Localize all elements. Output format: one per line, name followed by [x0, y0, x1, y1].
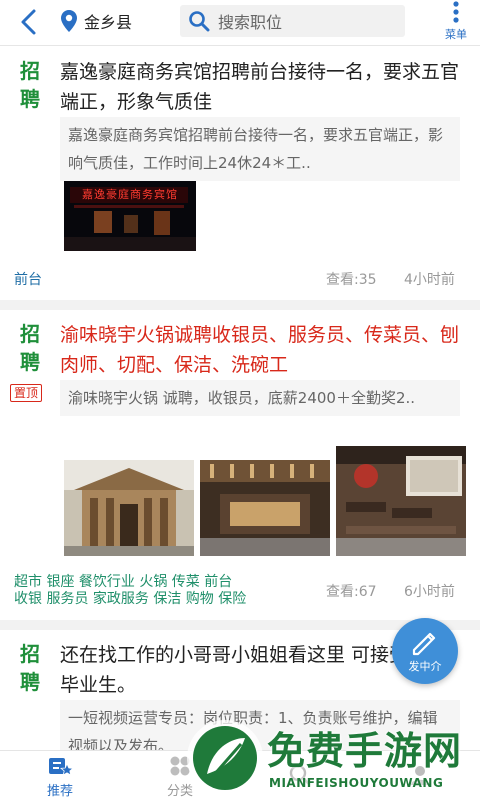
location-selector[interactable]: 金乡县: [60, 6, 132, 36]
category-tags-row[interactable]: 收银 服务员 家政服务 保洁 购物 保险: [14, 591, 246, 608]
search-input[interactable]: 搜索职位: [180, 5, 405, 37]
menu-label: 菜单: [445, 28, 467, 41]
bottom-navigation: 推荐 分类: [0, 750, 480, 800]
restaurant-dining-room-image: [336, 446, 466, 556]
profile-icon: [411, 766, 429, 785]
listing-title[interactable]: 渝味晓宇火锅诚聘收银员、服务员、传菜员、刨肉师、切配、保洁、洗碗工: [60, 320, 470, 380]
post-time: 6小时前: [404, 584, 455, 600]
more-vertical-icon: [453, 1, 459, 23]
nav-tab-category[interactable]: 分类: [140, 753, 220, 799]
listing-photo[interactable]: [336, 446, 466, 556]
pinned-badge: 置顶: [10, 384, 43, 402]
nav-label-category: 分类: [166, 783, 193, 799]
restaurant-interior-image: [200, 460, 330, 556]
listing-title[interactable]: 嘉逸豪庭商务宾馆招聘前台接待一名，要求五官端正，形象气质佳: [60, 57, 470, 117]
listing-snippet: 渝味晓宇火锅 诚聘，收银员，底薪2400＋全勤奖2..: [60, 380, 460, 416]
recruit-badge: 招聘: [20, 59, 40, 111]
listing-snippet: 一短视频运营专员：岗位职责：1、负责账号维护，编辑视频以及发布。: [60, 700, 460, 750]
category-grid-icon: [170, 756, 190, 775]
location-pin-icon: [61, 10, 77, 32]
category-tags-row[interactable]: 超市 银座 餐饮行业 火锅 传菜 前台: [14, 574, 232, 591]
view-count: 查看:35: [326, 272, 377, 288]
hotel-sign-text: 嘉逸豪庭商务宾馆: [82, 188, 178, 201]
listing-snippet: 嘉逸豪庭商务宾馆招聘前台接待一名，要求五官端正，影响气质佳，工作时间上24休24…: [60, 117, 460, 181]
category-tag[interactable]: 前台: [14, 269, 42, 289]
view-count: 查看:67: [326, 584, 377, 600]
back-button[interactable]: [14, 6, 46, 38]
recruit-badge: 招聘: [20, 322, 40, 374]
listing-photo[interactable]: [200, 460, 330, 556]
job-listing-card[interactable]: 招聘 嘉逸豪庭商务宾馆招聘前台接待一名，要求五官端正，形象气质佳 嘉逸豪庭商务宾…: [0, 47, 480, 300]
nav-tab-search[interactable]: [260, 753, 340, 799]
post-time: 4小时前: [404, 272, 455, 288]
top-bar: 金乡县 搜索职位 菜单: [0, 0, 480, 46]
job-listing-card[interactable]: 招聘 置顶 渝味晓宇火锅诚聘收银员、服务员、传菜员、刨肉师、切配、保洁、洗碗工 …: [0, 310, 480, 620]
recruit-badge: 招聘: [20, 642, 40, 694]
card-divider: [0, 300, 480, 310]
fab-label: 发中介: [408, 660, 442, 673]
nav-label-recommend: 推荐: [46, 783, 73, 799]
post-agency-fab[interactable]: 发中介: [392, 618, 458, 684]
search-icon: [189, 11, 210, 32]
menu-button[interactable]: 菜单: [440, 0, 472, 44]
search-placeholder: 搜索职位: [218, 13, 283, 32]
nav-tab-profile[interactable]: [380, 753, 460, 799]
recommend-star-icon: [49, 757, 73, 776]
listing-photo[interactable]: 嘉逸豪庭商务宾馆: [64, 181, 196, 251]
location-label: 金乡县: [84, 13, 133, 32]
back-arrow-icon: [21, 9, 36, 35]
restaurant-exterior-image: [64, 460, 194, 556]
listing-photo[interactable]: [64, 460, 194, 556]
nav-tab-recommend[interactable]: 推荐: [20, 753, 100, 799]
nav-search-icon: [289, 764, 311, 786]
edit-icon: [412, 632, 436, 656]
